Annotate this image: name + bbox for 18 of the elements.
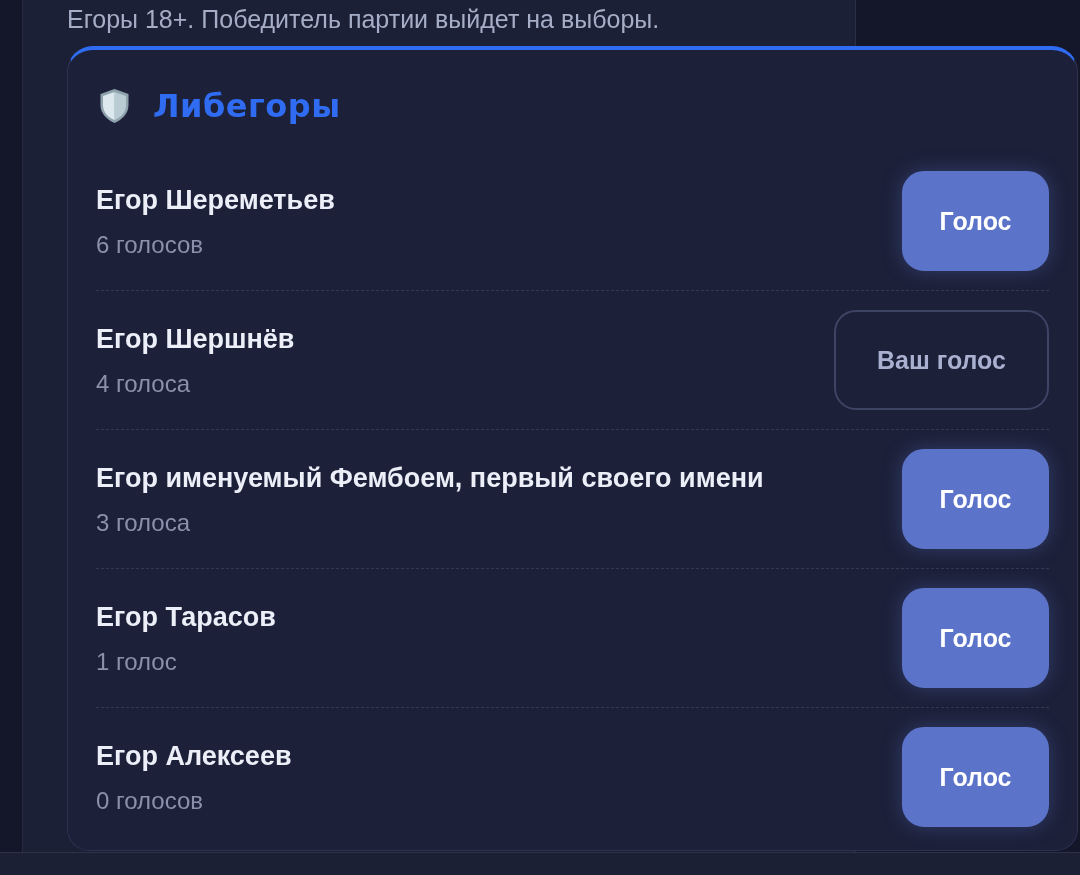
vote-button[interactable]: Голос xyxy=(902,588,1049,688)
vote-button[interactable]: Голос xyxy=(902,171,1049,271)
candidate-name: Егор Шереметьев xyxy=(96,183,335,217)
candidate-name: Егор Алексеев xyxy=(96,739,292,773)
vote-count: 1 голос xyxy=(96,646,178,677)
vote-button[interactable]: Голос xyxy=(902,449,1049,549)
vote-count: 6 голосов xyxy=(96,229,205,260)
vote-button[interactable]: Ваш голос xyxy=(834,310,1049,410)
vote-count: 4 голоса xyxy=(96,368,192,399)
party-title: Либегоры xyxy=(153,86,341,126)
vote-button[interactable]: Голос xyxy=(902,727,1049,827)
candidate-name: Егор Тарасов xyxy=(96,600,276,634)
candidate-name: Егор именуемый Фембоем, первый своего имени xyxy=(96,461,764,495)
intro-text: Егоры 18+. Победитель партии выйдет на выборы. xyxy=(67,4,661,35)
vote-count: 3 голоса xyxy=(96,507,192,538)
vote-count: 0 голосов xyxy=(96,785,205,816)
candidate-name: Егор Шершнёв xyxy=(96,322,295,356)
shield-icon xyxy=(98,88,131,124)
